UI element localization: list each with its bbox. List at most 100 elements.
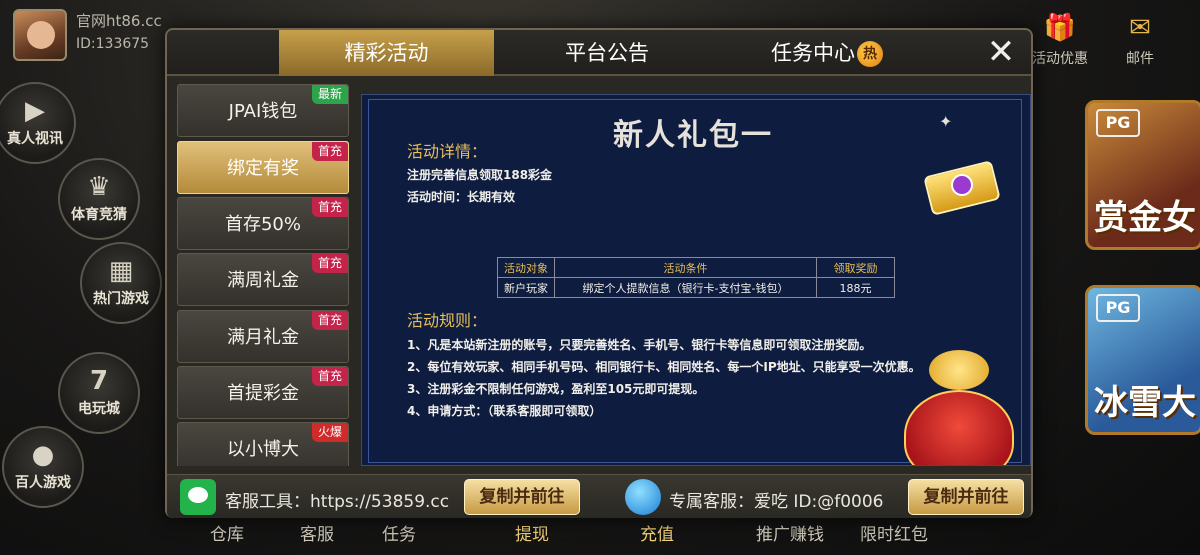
menu-item-label: JPAI钱包: [228, 101, 298, 122]
bottom-nav: 仓库 客服 任务 提现 充值 推广赚钱 限时红包: [170, 515, 1200, 555]
activity-modal: 精彩活动 平台公告 任务中心热 ✕ JPAI钱包 最新 绑定有奖 首充 首存50…: [165, 28, 1033, 518]
side-menu-label: 电玩城: [78, 401, 120, 417]
copy-and-go-button-2[interactable]: 复制并前往: [908, 479, 1024, 515]
avatar[interactable]: [13, 9, 67, 61]
promo-content: 新人礼包一 ✦ 活动详情： 注册完善信息领取188彩金 活动时间：长期有效 活动…: [361, 94, 1031, 466]
rule-line: 1、凡是本站新注册的账号，只要完善姓名、手机号、银行卡等信息即可领取注册奖励。: [407, 338, 872, 352]
support-tool-text: 客服工具：https://53859.cc: [225, 492, 450, 512]
first-deposit-tag: 首充: [311, 367, 348, 386]
modal-footer: 客服工具：https://53859.cc 复制并前往 专属客服：爱吃 ID:@…: [167, 474, 1031, 518]
menu-item-label: 首提彩金: [227, 383, 299, 404]
tab-announcements-label: 平台公告: [565, 41, 649, 65]
table-cell: 新户玩家: [497, 277, 555, 298]
menu-item-label: 满月礼金: [227, 327, 299, 348]
trophy-icon: ♛: [87, 172, 111, 202]
user-id: ID:133675: [76, 36, 150, 52]
table-cell: 绑定个人提款信息（银行卡-支付宝-钱包）: [554, 277, 817, 298]
hot-badge: 热: [857, 41, 883, 67]
promo-frame: 新人礼包一 ✦ 活动详情： 注册完善信息领取188彩金 活动时间：长期有效 活动…: [368, 99, 1022, 465]
bottom-nav-withdraw[interactable]: 提现: [515, 520, 549, 545]
menu-item-small-bet-big-win[interactable]: 以小博大 火爆: [177, 422, 349, 466]
side-menu-label: 热门游戏: [93, 291, 149, 307]
promo-title: 新人礼包一: [613, 118, 773, 153]
first-deposit-tag: 首充: [311, 198, 348, 217]
poker-chip-icon: ●: [31, 440, 55, 470]
rule-line: 4、申请方式：（联系客服即可领取）: [407, 404, 602, 418]
activity-menu: JPAI钱包 最新 绑定有奖 首充 首存50% 首充 满周礼金 首充 满月礼金 …: [175, 84, 353, 466]
game-name: 冰雪大: [1094, 383, 1196, 423]
table-row: 新户玩家 绑定个人提款信息（银行卡-支付宝-钱包） 188元: [497, 277, 895, 298]
detail-line: 注册完善信息领取188彩金: [407, 168, 553, 182]
top-promotions-label: 活动优惠: [1032, 51, 1088, 67]
game-name: 赏金女: [1094, 198, 1196, 238]
bottom-nav-tasks[interactable]: 任务: [382, 520, 416, 545]
video-camera-icon: ▶: [25, 96, 45, 126]
bottom-nav-storage[interactable]: 仓库: [210, 520, 244, 545]
rule-line: 3、注册彩金不限制任何游戏，盈利至105元即可提现。: [407, 382, 705, 396]
wallet-clasp-icon: [951, 174, 973, 196]
table-cell: 188元: [816, 277, 895, 298]
menu-item-first-deposit[interactable]: 首存50% 首充: [177, 197, 349, 250]
rule-line: 2、每位有效玩家、相同手机号码、相同银行卡、相同姓名、每一个IP地址、只能享受一…: [407, 360, 921, 374]
tab-activities-label: 精彩活动: [344, 41, 429, 65]
table-header: 活动对象: [497, 257, 555, 278]
tab-activities[interactable]: 精彩活动: [279, 30, 494, 76]
top-promotions[interactable]: 🎁 活动优惠: [1025, 8, 1095, 68]
bottom-nav-support[interactable]: 客服: [300, 520, 334, 545]
side-menu-sports[interactable]: ♛ 体育竞猜: [58, 158, 140, 240]
modal-tabbar: 精彩活动 平台公告 任务中心热 ✕: [167, 30, 1031, 76]
side-menu-hot-games[interactable]: ▦ 热门游戏: [80, 242, 162, 324]
side-menu-live-video[interactable]: ▶ 真人视讯: [0, 82, 76, 164]
rules-heading: 活动规则：: [407, 311, 488, 330]
money-bag-icon: [904, 390, 1014, 465]
menu-item-monthly-bonus[interactable]: 满月礼金 首充: [177, 310, 349, 363]
menu-item-first-withdraw[interactable]: 首提彩金 首充: [177, 366, 349, 419]
exclusive-service-text: 专属客服：爱吃 ID:@f0006: [669, 492, 884, 512]
first-deposit-tag: 首充: [311, 311, 348, 330]
first-deposit-tag: 首充: [311, 142, 348, 161]
side-menu-multiplayer[interactable]: ● 百人游戏: [2, 426, 84, 508]
game-lobby: 官网ht86.cc ID:133675 ▶ 真人视讯 ♛ 体育竞猜 ▦ 热门游戏…: [0, 0, 1200, 555]
menu-item-weekly-bonus[interactable]: 满周礼金 首充: [177, 253, 349, 306]
tab-task-center-label: 任务中心: [771, 41, 855, 65]
top-mail-label: 邮件: [1126, 51, 1154, 67]
bottom-nav-referral[interactable]: 推广赚钱: [756, 520, 824, 545]
customer-service-icon: [625, 479, 661, 515]
menu-item-label: 满周礼金: [227, 270, 299, 291]
grid-icon: ▦: [108, 256, 134, 286]
side-menu-label: 真人视讯: [7, 131, 63, 147]
bottom-nav-deposit[interactable]: 充值: [640, 520, 674, 545]
menu-item-label: 首存50%: [224, 214, 301, 235]
new-tag: 最新: [311, 85, 348, 104]
site-label: 官网ht86.cc: [76, 12, 162, 30]
slot-777-icon: 7: [89, 366, 109, 396]
first-deposit-tag: 首充: [311, 254, 348, 273]
side-menu-label: 百人游戏: [15, 475, 71, 491]
sparkle-icon: ✦: [939, 112, 953, 131]
game-card-1[interactable]: PG 赏金女: [1085, 100, 1200, 250]
menu-item-label: 以小博大: [227, 439, 299, 460]
promo-table: 活动对象 活动条件 领取奖励 新户玩家 绑定个人提款信息（银行卡-支付宝-钱包）…: [497, 257, 895, 298]
tab-announcements[interactable]: 平台公告: [507, 30, 707, 76]
tab-task-center[interactable]: 任务中心热: [747, 30, 907, 76]
pg-logo: PG: [1096, 294, 1140, 322]
table-header: 领取奖励: [816, 257, 895, 278]
side-menu-label: 体育竞猜: [71, 207, 127, 223]
detail-line: 活动时间：长期有效: [407, 190, 516, 204]
side-menu-arcade[interactable]: 7 电玩城: [58, 352, 140, 434]
copy-and-go-button[interactable]: 复制并前往: [464, 479, 580, 515]
wechat-icon: [180, 479, 216, 515]
hot-tag: 火爆: [311, 423, 348, 442]
top-mail[interactable]: ✉ 邮件: [1105, 8, 1175, 68]
pg-logo: PG: [1096, 109, 1140, 137]
details-heading: 活动详情：: [407, 142, 488, 161]
table-header-row: 活动对象 活动条件 领取奖励: [497, 257, 895, 278]
bottom-nav-red-packet[interactable]: 限时红包: [860, 520, 928, 545]
menu-item-bind-reward[interactable]: 绑定有奖 首充: [177, 141, 349, 194]
gold-ingot-icon: [929, 350, 989, 390]
mail-icon: ✉: [1129, 13, 1151, 43]
close-button[interactable]: ✕: [983, 35, 1019, 71]
menu-item-jpai-wallet[interactable]: JPAI钱包 最新: [177, 84, 349, 137]
game-card-2[interactable]: PG 冰雪大: [1085, 285, 1200, 435]
menu-item-label: 绑定有奖: [227, 158, 299, 179]
